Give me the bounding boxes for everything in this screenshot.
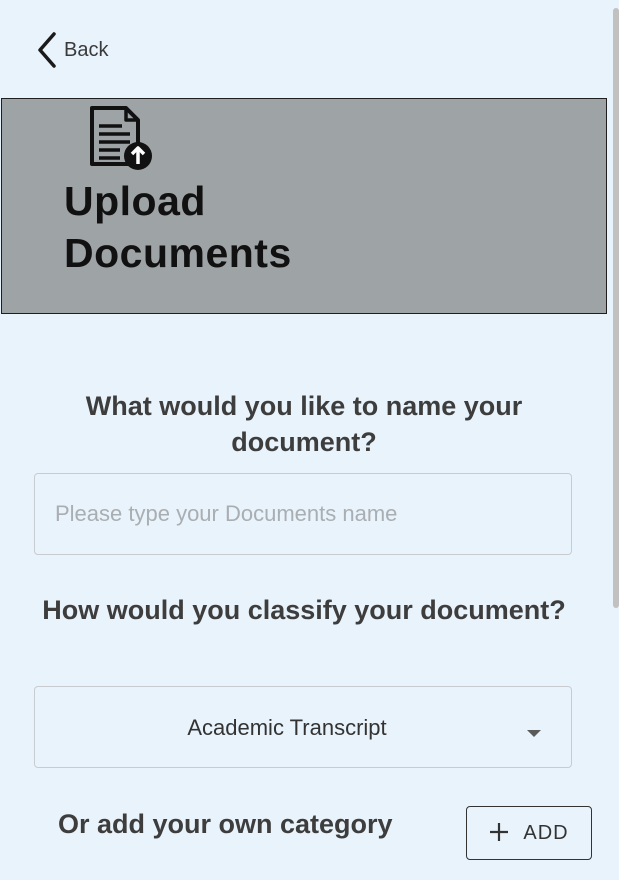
scrollbar-thumb[interactable] — [613, 8, 619, 608]
add-button-label: ADD — [523, 821, 569, 844]
document-name-field[interactable] — [34, 473, 572, 555]
plus-icon — [489, 819, 509, 847]
classify-question: How would you classify your document? — [42, 595, 566, 625]
add-category-button[interactable]: ADD — [466, 806, 592, 860]
category-selected-value: Academic Transcript — [187, 715, 387, 740]
back-button[interactable]: Back — [34, 30, 108, 70]
scrollbar-track[interactable] — [611, 0, 619, 880]
chevron-left-icon — [34, 30, 58, 70]
add-category-label: Or add your own category — [58, 809, 393, 839]
name-question: What would you like to name your documen… — [85, 391, 523, 457]
category-select[interactable]: Academic Transcript — [34, 686, 572, 768]
document-name-input[interactable] — [35, 474, 571, 554]
page-title: Upload Documents — [64, 178, 292, 276]
page-header-banner: Upload Documents — [1, 98, 607, 314]
caret-down-icon — [527, 725, 541, 743]
back-label: Back — [64, 38, 109, 61]
document-upload-icon — [86, 104, 154, 177]
